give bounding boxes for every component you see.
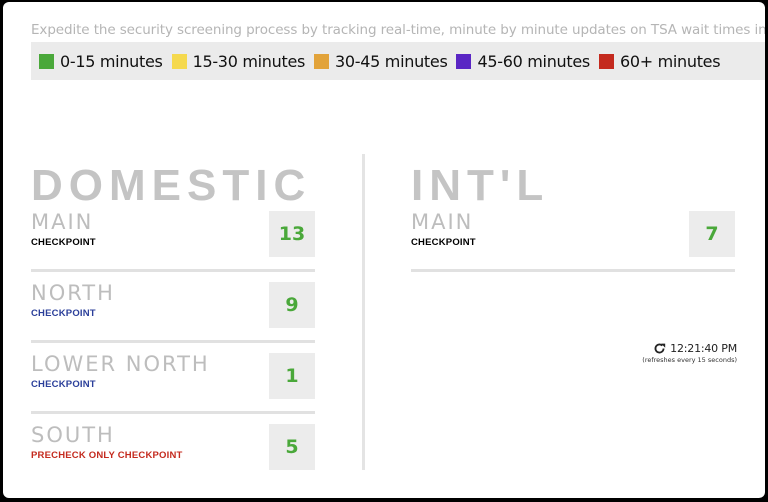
- international-title: INT'L: [411, 161, 550, 210]
- checkpoint-row-domestic-north: NORTH CHECKPOINT 9: [31, 281, 315, 343]
- wait-time-badge: 9: [269, 282, 315, 328]
- legend-label: 30-45 minutes: [335, 51, 448, 71]
- legend-item: 0-15 minutes: [39, 52, 163, 71]
- checkpoint-type: CHECKPOINT: [31, 237, 96, 248]
- checkpoint-row-domestic-main: MAIN CHECKPOINT 13: [31, 210, 315, 272]
- refresh-note: (refreshes every 15 seconds): [642, 356, 737, 364]
- wait-time-badge: 1: [269, 353, 315, 399]
- section-divider: [362, 154, 365, 470]
- legend-swatch: [39, 53, 54, 69]
- row-divider: [31, 340, 315, 343]
- legend-swatch: [456, 53, 472, 69]
- checkpoint-type: CHECKPOINT: [31, 379, 96, 390]
- page-frame: Expedite the security screening process …: [3, 2, 765, 498]
- checkpoint-name: NORTH: [31, 281, 115, 305]
- checkpoint-row-domestic-south: SOUTH PRECHECK ONLY CHECKPOINT 5: [31, 423, 315, 485]
- tagline: Expedite the security screening process …: [31, 22, 765, 38]
- wait-time-legend: 0-15 minutes 15-30 minutes 30-45 minutes…: [31, 42, 765, 80]
- legend-swatch: [598, 53, 614, 69]
- row-divider: [411, 269, 735, 272]
- legend-label: 60+ minutes: [619, 51, 721, 71]
- row-divider: [31, 411, 315, 414]
- refresh-icon[interactable]: [653, 342, 666, 355]
- legend-item: 30-45 minutes: [314, 51, 448, 71]
- last-updated-time: 12:21:40 PM: [670, 342, 737, 355]
- checkpoint-name: MAIN: [31, 210, 94, 234]
- domestic-title: DOMESTIC: [31, 161, 312, 210]
- legend-label: 45-60 minutes: [477, 51, 590, 71]
- legend-label: 15-30 minutes: [192, 51, 306, 71]
- legend-label: 0-15 minutes: [60, 51, 163, 71]
- legend-swatch: [314, 53, 330, 69]
- row-divider: [31, 269, 315, 272]
- checkpoint-row-intl-main: MAIN CHECKPOINT 7: [411, 210, 735, 272]
- checkpoint-row-domestic-lower-north: LOWER NORTH CHECKPOINT 1: [31, 352, 315, 414]
- wait-time-badge: 13: [269, 211, 315, 257]
- wait-time-badge: 7: [689, 211, 735, 257]
- legend-item: 60+ minutes: [598, 51, 721, 71]
- checkpoint-name: MAIN: [411, 210, 474, 234]
- refresh-status: 12:21:40 PM (refreshes every 15 seconds): [623, 342, 737, 364]
- legend-swatch: [171, 53, 187, 69]
- checkpoint-name: SOUTH: [31, 423, 115, 447]
- checkpoint-type: CHECKPOINT: [411, 237, 476, 248]
- legend-item: 45-60 minutes: [456, 51, 590, 71]
- checkpoint-type: PRECHECK ONLY CHECKPOINT: [31, 450, 183, 461]
- checkpoint-name: LOWER NORTH: [31, 352, 210, 376]
- checkpoint-type: CHECKPOINT: [31, 308, 96, 319]
- legend-item: 15-30 minutes: [171, 51, 306, 71]
- wait-time-badge: 5: [269, 424, 315, 470]
